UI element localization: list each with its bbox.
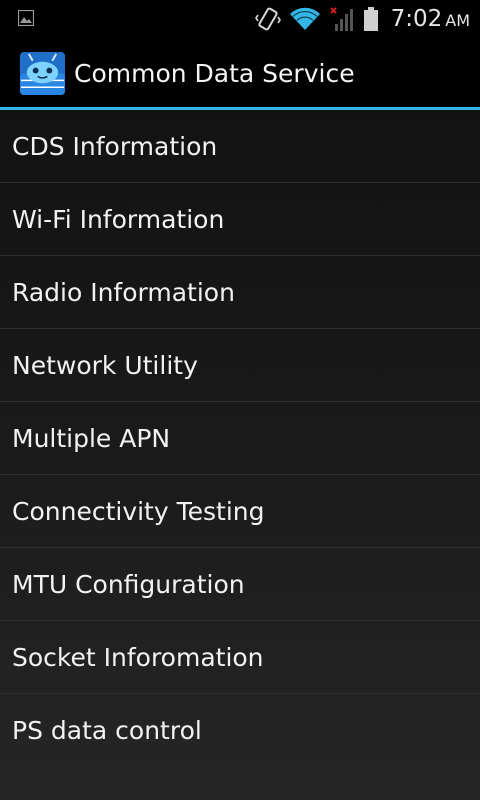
menu-item-label: Multiple APN bbox=[12, 423, 171, 453]
wifi-icon bbox=[289, 7, 320, 31]
clock-time: 7:02 bbox=[390, 6, 443, 32]
vibrate-icon bbox=[254, 7, 281, 31]
menu-item-label: Network Utility bbox=[12, 350, 198, 380]
battery-icon bbox=[363, 7, 378, 31]
menu-item-radio-information[interactable]: Radio Information bbox=[0, 256, 480, 329]
menu-item-wifi-information[interactable]: Wi-Fi Information bbox=[0, 183, 480, 256]
menu-item-label: Wi-Fi Information bbox=[12, 204, 225, 234]
menu-item-label: CDS Information bbox=[12, 131, 218, 161]
status-bar: 7:02 AM bbox=[0, 0, 480, 38]
menu-item-network-utility[interactable]: Network Utility bbox=[0, 329, 480, 402]
app-title: Common Data Service bbox=[74, 59, 355, 88]
menu-item-label: PS data control bbox=[12, 715, 202, 745]
action-bar: Common Data Service bbox=[0, 38, 480, 107]
menu-item-label: Connectivity Testing bbox=[12, 496, 265, 526]
menu-item-label: MTU Configuration bbox=[12, 569, 245, 599]
menu-item-multiple-apn[interactable]: Multiple APN bbox=[0, 402, 480, 475]
menu-item-label: Socket Inforomation bbox=[12, 642, 264, 672]
status-clock: 7:02 AM bbox=[391, 6, 470, 32]
no-signal-icon bbox=[329, 7, 353, 31]
clock-ampm: AM bbox=[445, 11, 470, 30]
menu-item-socket-information[interactable]: Socket Inforomation bbox=[0, 621, 480, 694]
menu-list: CDS Information Wi-Fi Information Radio … bbox=[0, 110, 480, 766]
menu-item-label: Radio Information bbox=[12, 277, 235, 307]
menu-item-mtu-configuration[interactable]: MTU Configuration bbox=[0, 548, 480, 621]
menu-item-ps-data-control[interactable]: PS data control bbox=[0, 694, 480, 766]
image-notification-icon bbox=[17, 9, 35, 27]
menu-item-cds-information[interactable]: CDS Information bbox=[0, 110, 480, 183]
menu-item-connectivity-testing[interactable]: Connectivity Testing bbox=[0, 475, 480, 548]
android-app-icon[interactable] bbox=[19, 50, 66, 97]
